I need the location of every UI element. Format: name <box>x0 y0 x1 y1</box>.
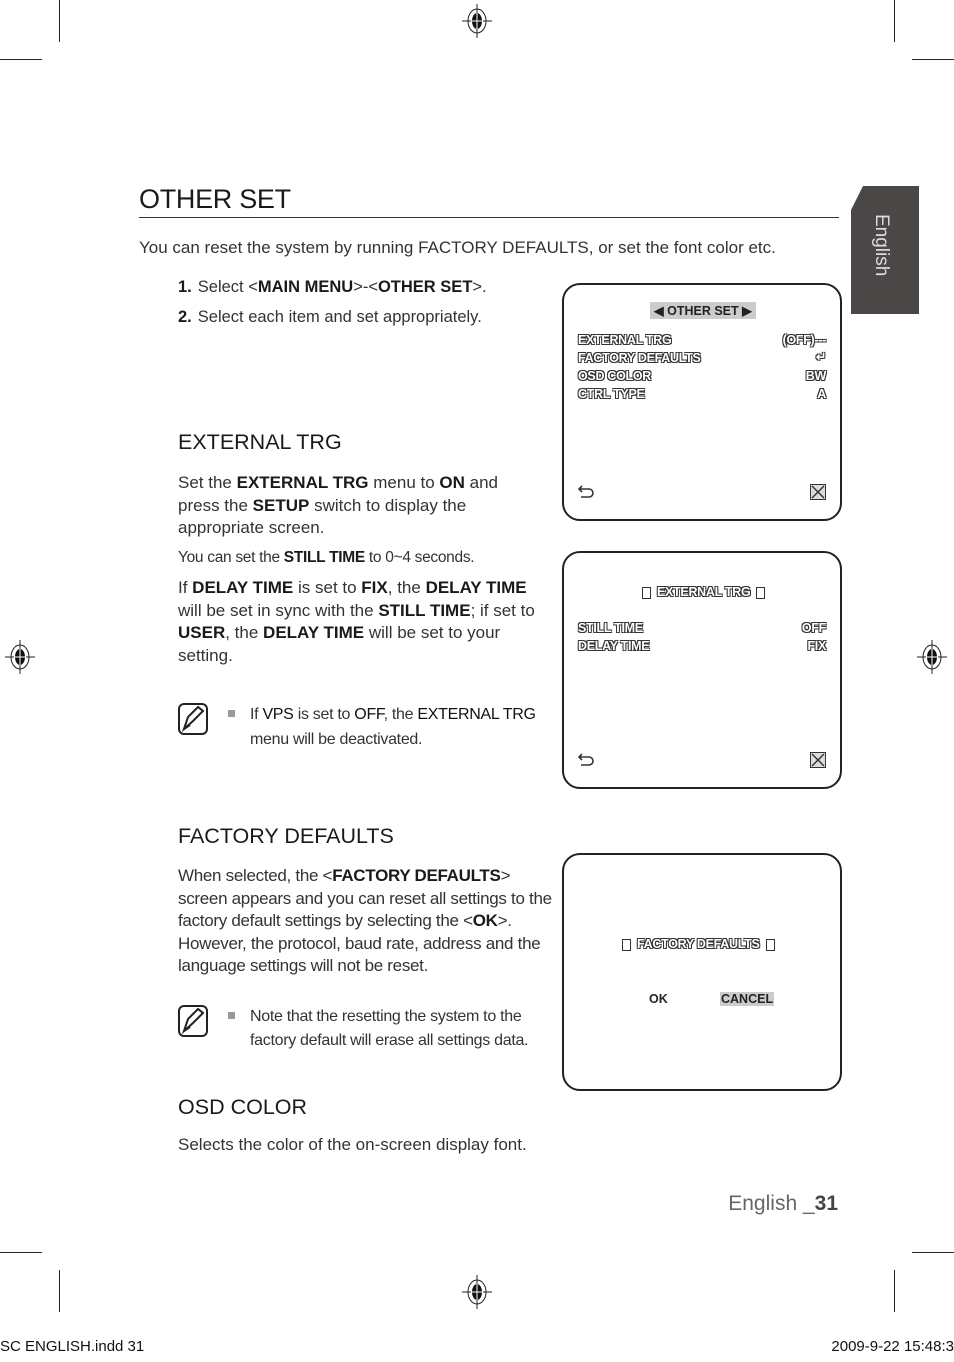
osd-row-value: (OFF)--- <box>782 333 827 347</box>
osd-color-text: Selects the color of the on-screen displ… <box>178 1135 527 1154</box>
factory-defaults-paragraph: When selected, the <FACTORY DEFAULTS> sc… <box>178 866 552 976</box>
external-trg-note: If VPS is set to OFF, the EXTERNAL TRG m… <box>250 706 536 748</box>
crop-mark <box>912 1252 954 1253</box>
registration-mark-icon <box>917 640 947 674</box>
exit-close-icon <box>810 752 826 768</box>
note-pencil-icon <box>178 1005 208 1037</box>
bracket-icon <box>622 938 631 951</box>
slug-filename: SC ENGLISH.indd 31 <box>0 1338 145 1355</box>
osd-screen-factory-defaults: FACTORY DEFAULTS OK CANCEL <box>562 853 842 1091</box>
osd-row-label: EXTERNAL TRG <box>578 333 672 347</box>
crop-mark <box>0 1252 42 1253</box>
external-trg-paragraph-3: If DELAY TIME is set to FIX, the DELAY T… <box>178 578 535 665</box>
bracket-icon <box>756 586 766 599</box>
crop-mark <box>59 0 60 42</box>
osd-row-value: FIX <box>807 639 826 653</box>
osd-row-value: OFF <box>801 621 826 635</box>
language-side-tab-label: English <box>871 214 892 277</box>
page-number: English _31 <box>728 1192 838 1215</box>
bracket-icon <box>642 586 651 599</box>
arrow-right-icon: ▶ <box>742 304 752 318</box>
title-divider <box>139 217 839 218</box>
registration-mark-icon <box>462 4 492 38</box>
crop-mark <box>0 59 42 60</box>
crop-mark <box>894 0 895 42</box>
osd-row-value: A <box>817 387 826 401</box>
crop-mark <box>894 1270 895 1312</box>
exit-close-icon <box>810 484 826 500</box>
note-bullet <box>228 710 235 717</box>
enter-icon: ↵ <box>815 350 826 364</box>
registration-mark-icon <box>5 640 35 674</box>
crop-mark <box>912 59 954 60</box>
osd-row-label: OSD COLOR <box>578 369 651 383</box>
note-bullet <box>228 1012 235 1019</box>
osd-screen-header: EXTERNAL TRG <box>636 585 771 599</box>
crop-mark <box>59 1270 60 1312</box>
step-1: 1. Select <MAIN MENU>-<OTHER SET>. <box>178 278 487 296</box>
osd-row-label: DELAY TIME <box>578 639 650 653</box>
section-heading-factory-defaults: FACTORY DEFAULTS <box>178 824 394 848</box>
note-pencil-icon <box>178 703 208 735</box>
osd-screen-header: ◀ OTHER SET ▶ <box>650 302 756 319</box>
external-trg-paragraph-2: You can set the STILL TIME to 0~4 second… <box>178 549 475 566</box>
arrow-left-icon: ◀ <box>654 304 664 318</box>
osd-row-label: FACTORY DEFAULTS <box>578 351 701 365</box>
registration-mark-icon <box>462 1275 492 1309</box>
intro-text: You can reset the system by running FACT… <box>139 238 776 257</box>
osd-row-label: STILL TIME <box>578 621 643 635</box>
osd-screen-external-trg: EXTERNAL TRG STILL TIME OFF DELAY TIME F… <box>562 551 842 789</box>
osd-cancel-option: CANCEL <box>720 992 775 1006</box>
section-heading-external-trg: EXTERNAL TRG <box>178 430 342 454</box>
bracket-icon <box>765 938 775 951</box>
osd-screen-other-set: ◀ OTHER SET ▶ EXTERNAL TRG (OFF)--- FACT… <box>562 283 842 521</box>
back-return-icon <box>578 485 594 498</box>
section-heading-osd-color: OSD COLOR <box>178 1095 308 1119</box>
external-trg-paragraph-1: Set the EXTERNAL TRG menu to ON and pres… <box>178 473 498 538</box>
osd-screen-header: FACTORY DEFAULTS <box>616 937 781 951</box>
osd-row-label: CTRL TYPE <box>578 387 645 401</box>
slug-timestamp: 2009-9-22 15:48:3 <box>831 1338 954 1355</box>
page-title: OTHER SET <box>139 184 291 214</box>
osd-row-value: BW <box>805 369 827 383</box>
back-return-icon <box>578 753 594 766</box>
step-2: 2. Select each item and set appropriately… <box>178 308 482 326</box>
osd-ok-option: OK <box>649 992 668 1006</box>
factory-defaults-note: Note that the resetting the system to th… <box>250 1008 529 1049</box>
